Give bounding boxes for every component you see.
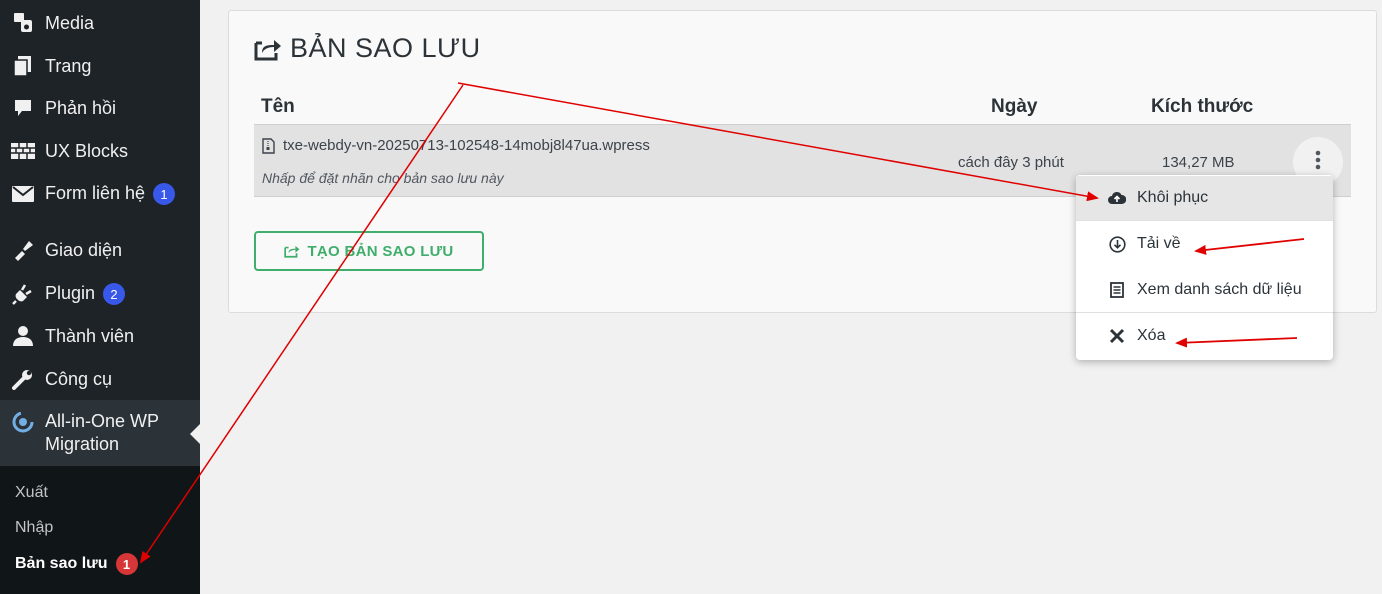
submenu-item-label: Bản sao lưu: [15, 555, 108, 573]
sidebar-item-label: Plugin: [45, 282, 96, 303]
create-backup-label: TẠO BẢN SAO LƯU: [307, 242, 454, 260]
admin-sidebar: Media Trang Phản hồi UX Blocks Form liên…: [0, 0, 200, 594]
divider: [1076, 220, 1333, 221]
sidebar-item-media[interactable]: Media: [0, 10, 200, 36]
share-icon: [254, 36, 282, 62]
sidebar-item-ux-blocks[interactable]: UX Blocks: [0, 138, 200, 164]
sidebar-item-label: Media: [45, 12, 95, 33]
menu-item-label: Xóa: [1137, 327, 1166, 344]
sidebar-item-label: Trang: [45, 55, 92, 76]
notification-badge: 1: [115, 553, 138, 575]
download-icon: [1108, 235, 1126, 253]
ux-blocks-icon: [11, 139, 35, 163]
submenu: Xuất Nhập Bản sao lưu 1: [0, 466, 200, 594]
pages-icon: [11, 54, 35, 78]
sidebar-item-label: UX Blocks: [45, 140, 129, 161]
notification-badge: 2: [103, 283, 126, 306]
sidebar-item-comments[interactable]: Phản hồi: [0, 95, 200, 121]
mail-icon: [11, 182, 35, 206]
media-icon: [11, 11, 35, 35]
submenu-item-export[interactable]: Xuất: [15, 484, 48, 502]
menu-item-download[interactable]: Tải về: [1076, 222, 1333, 266]
menu-item-delete[interactable]: Xóa: [1076, 314, 1333, 358]
backup-label-hint[interactable]: Nhấp để đặt nhãn cho bản sao lưu này: [262, 170, 504, 186]
menu-item-view-data[interactable]: Xem danh sách dữ liệu: [1076, 268, 1333, 312]
submenu-item-backups[interactable]: Bản sao lưu 1: [15, 553, 138, 575]
sidebar-item-label: Giao diện: [45, 239, 123, 260]
sidebar-item-label: Form liên hệ: [45, 182, 146, 203]
close-icon: [1108, 327, 1126, 345]
backup-size: 134,27 MB: [1162, 154, 1235, 171]
sidebar-item-appearance[interactable]: Giao diện: [0, 237, 200, 263]
sidebar-item-label: Thành viên: [45, 325, 135, 346]
tools-icon: [11, 367, 35, 391]
page-title-text: BẢN SAO LƯU: [290, 33, 481, 63]
migration-icon: [11, 410, 35, 434]
more-vertical-icon: [1315, 150, 1321, 175]
comments-icon: [11, 96, 35, 120]
menu-item-label: Xem danh sách dữ liệu: [1137, 281, 1302, 298]
file-archive-icon: [262, 137, 276, 154]
sidebar-item-contact-form[interactable]: Form liên hệ 1: [0, 181, 200, 207]
list-icon: [1108, 281, 1126, 299]
notification-badge: 1: [153, 183, 176, 206]
menu-item-label: Khôi phục: [1137, 189, 1209, 206]
sidebar-item-users[interactable]: Thành viên: [0, 323, 200, 349]
column-header-size: Kích thước: [1151, 96, 1254, 117]
create-backup-button[interactable]: TẠO BẢN SAO LƯU: [254, 231, 484, 271]
sidebar-item-label: Phản hồi: [45, 97, 117, 118]
submenu-item-import[interactable]: Nhập: [15, 519, 53, 537]
backup-actions-menu: Khôi phục Tải về Xem danh sách dữ liệu X…: [1076, 175, 1333, 360]
sidebar-item-label: All-in-One WP Migration: [45, 411, 159, 454]
backup-filename: txe-webdy-vn-20250713-102548-14mobj8l47u…: [283, 137, 650, 154]
page-title: BẢN SAO LƯU: [254, 33, 481, 64]
divider: [1076, 312, 1333, 313]
column-header-date: Ngày: [991, 96, 1038, 117]
users-icon: [11, 324, 35, 348]
menu-item-label: Tải về: [1137, 235, 1181, 252]
backup-date: cách đây 3 phút: [958, 154, 1064, 171]
plugins-icon: [11, 282, 35, 306]
menu-item-restore[interactable]: Khôi phục: [1076, 176, 1333, 220]
cloud-upload-icon: [1108, 189, 1126, 207]
sidebar-item-tools[interactable]: Công cụ: [0, 366, 200, 392]
column-header-name: Tên: [261, 96, 295, 117]
sidebar-item-pages[interactable]: Trang: [0, 53, 200, 79]
share-icon: [284, 244, 300, 258]
appearance-icon: [11, 238, 35, 262]
sidebar-item-plugins[interactable]: Plugin 2: [0, 281, 200, 307]
sidebar-item-label: Công cụ: [45, 368, 113, 389]
